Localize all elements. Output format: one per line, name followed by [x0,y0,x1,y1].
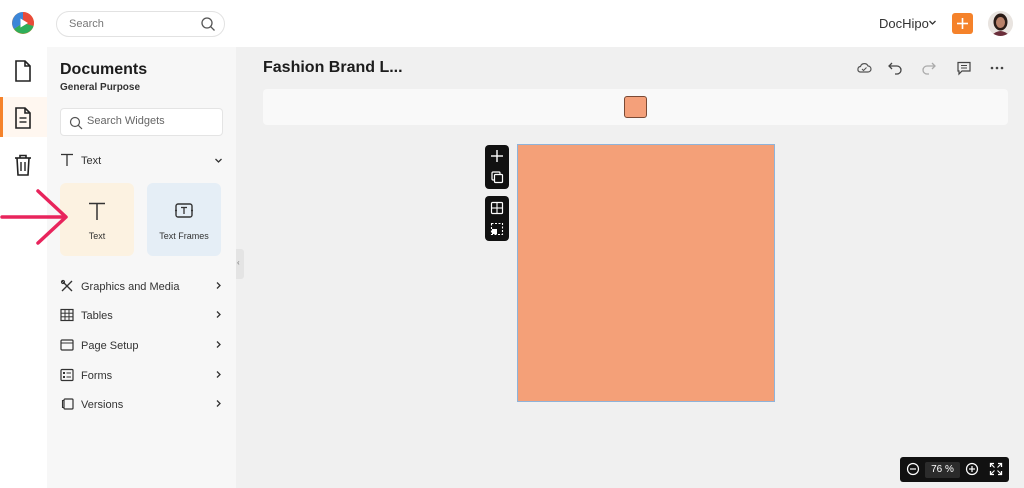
zoom-level[interactable]: 76 % [925,462,960,478]
text-section-label: Text [81,155,102,167]
widget-search-input[interactable] [87,115,217,127]
form-icon [60,368,74,382]
document-page-canvas[interactable] [517,144,775,402]
category-label: Tables [81,310,113,322]
category-label: Page Setup [81,340,139,352]
duplicate-icon[interactable] [490,170,504,184]
page-setup-icon [60,339,74,351]
chevron-down-icon [215,158,222,163]
zoom-in-icon[interactable] [965,462,979,476]
element-tools-group [485,145,509,189]
chevron-right-icon [216,400,221,407]
zoom-unit: % [945,464,954,475]
text-frame-icon [175,203,193,218]
tile-label: Text Frames [159,231,209,241]
plus-icon [957,18,968,29]
text-icon [89,202,105,220]
zoom-controls: 76 % [900,457,1009,482]
search-icon [69,116,83,130]
more-icon[interactable] [989,60,1005,76]
page-text-icon [15,107,31,129]
user-avatar[interactable] [988,11,1013,36]
add-icon[interactable] [490,149,504,163]
category-label: Versions [81,399,124,411]
graphics-icon [60,279,73,292]
panel-collapse-handle[interactable]: ‹ [236,249,244,279]
cloud-save-icon[interactable] [856,60,872,76]
chevron-left-icon: ‹ [237,258,240,267]
search-box[interactable]: Search [56,11,225,37]
fullscreen-icon[interactable] [989,462,1003,476]
fill-color-swatch[interactable] [624,96,647,118]
category-page-setup[interactable]: Page Setup [60,335,223,355]
rail-item-documents[interactable] [0,50,47,90]
zoom-value: 76 [931,464,943,475]
trash-icon [15,154,31,176]
versions-icon [61,398,74,410]
grid-icon[interactable] [490,201,504,215]
text-frames-widget-tile[interactable]: Text Frames [147,183,221,256]
chevron-right-icon [216,311,221,318]
category-label: Forms [81,370,113,382]
select-area-icon[interactable] [490,222,504,236]
chevron-right-icon [216,371,221,378]
top-bar: Search DocHipo [0,0,1024,47]
category-label: Graphics and Media [81,281,180,293]
text-section-header[interactable]: Text [60,151,223,171]
app-logo-icon[interactable] [11,11,35,35]
undo-icon[interactable] [887,60,903,76]
table-icon [60,308,74,322]
pointer-arrow-icon [0,189,68,245]
category-tables[interactable]: Tables [60,305,223,325]
text-icon [61,153,73,166]
chevron-down-icon[interactable] [928,18,937,27]
category-graphics-and-media[interactable]: Graphics and Media [60,276,223,296]
search-icon[interactable] [200,16,216,32]
layout-tools-group [485,196,509,241]
widgets-panel: Documents General Purpose Text Text [47,47,236,488]
rail-item-trash[interactable] [0,144,47,184]
widget-search[interactable] [60,108,223,136]
avatar-icon [988,11,1013,36]
comment-icon[interactable] [956,60,972,76]
account-name[interactable]: DocHipo [879,16,929,31]
chevron-right-icon [216,341,221,348]
document-title[interactable]: Fashion Brand L... [263,59,403,77]
rail-item-pages[interactable] [0,97,47,137]
zoom-out-icon[interactable] [906,462,920,476]
document-icon [15,60,31,82]
panel-title: Documents [60,61,148,78]
category-forms[interactable]: Forms [60,365,223,385]
left-rail [0,47,47,488]
search-placeholder: Search [69,18,104,30]
redo-icon[interactable] [921,60,937,76]
category-versions[interactable]: Versions [60,394,223,414]
panel-subtitle: General Purpose [60,82,141,93]
create-new-button[interactable] [952,13,973,34]
chevron-right-icon [216,282,221,289]
